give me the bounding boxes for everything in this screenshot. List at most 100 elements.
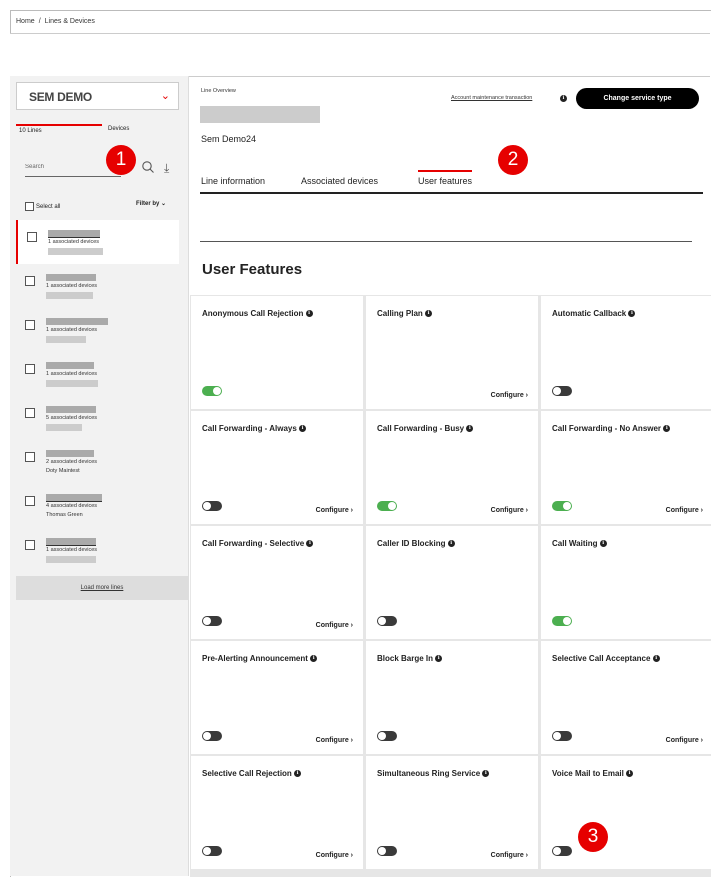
- info-icon[interactable]: i: [299, 425, 307, 433]
- list-item[interactable]: 2 associated devices Doty Maintest: [16, 440, 179, 484]
- feature-toggle[interactable]: [202, 386, 222, 396]
- annotation-badge-1: 1: [106, 145, 136, 175]
- info-icon[interactable]: i: [310, 655, 318, 663]
- breadcrumb-current: Lines & Devices: [44, 18, 95, 25]
- tab-devices[interactable]: Devices: [108, 126, 129, 132]
- line-checkbox[interactable]: [25, 408, 35, 418]
- configure-label: Configure: [490, 507, 524, 514]
- configure-link[interactable]: Configure ›: [316, 622, 353, 629]
- info-icon[interactable]: i: [425, 310, 433, 318]
- breadcrumb-home[interactable]: Home: [16, 18, 35, 25]
- filter-by-label: Filter by: [136, 201, 160, 207]
- feature-title: Voice Mail to Email i: [552, 768, 634, 780]
- line-owner: Doty Maintest: [46, 468, 80, 474]
- feature-name: Block Barge In: [377, 654, 434, 663]
- filter-by-dropdown[interactable]: Filter by ⌄: [136, 200, 166, 207]
- line-checkbox[interactable]: [25, 496, 35, 506]
- list-item[interactable]: 4 associated devices Thomas Green: [16, 484, 179, 528]
- line-checkbox[interactable]: [25, 320, 35, 330]
- configure-label: Configure: [665, 507, 699, 514]
- info-icon[interactable]: i: [599, 540, 607, 548]
- load-more-button[interactable]: Load more lines: [16, 576, 188, 600]
- chevron-right-icon: ›: [523, 392, 528, 399]
- associated-devices: 1 associated devices: [46, 327, 98, 333]
- configure-link[interactable]: Configure ›: [316, 737, 353, 744]
- tab-associated-devices[interactable]: Associated devices: [301, 176, 378, 186]
- info-icon[interactable]: i: [663, 425, 671, 433]
- feature-toggle[interactable]: [377, 501, 397, 511]
- tab-line-information[interactable]: Line information: [201, 176, 265, 186]
- feature-card-automatic-callback: Automatic Callback i: [541, 296, 711, 409]
- info-icon[interactable]: i: [447, 540, 455, 548]
- redacted-line-name: [46, 424, 82, 431]
- list-item[interactable]: 1 associated devices: [16, 308, 179, 352]
- line-checkbox[interactable]: [25, 452, 35, 462]
- redacted-line-name: [46, 556, 96, 563]
- info-icon[interactable]: i: [294, 770, 302, 778]
- feature-toggle[interactable]: [377, 731, 397, 741]
- configure-link[interactable]: Configure ›: [491, 507, 528, 514]
- list-item[interactable]: 1 associated devices: [16, 528, 179, 572]
- info-icon[interactable]: i: [466, 425, 474, 433]
- feature-name: Anonymous Call Rejection: [202, 309, 304, 318]
- feature-toggle[interactable]: [377, 616, 397, 626]
- info-icon[interactable]: i: [305, 310, 313, 318]
- breadcrumb-separator: /: [38, 18, 41, 25]
- top-bar: [10, 33, 710, 77]
- feature-toggle[interactable]: [552, 386, 572, 396]
- configure-link[interactable]: Configure ›: [316, 852, 353, 859]
- feature-toggle[interactable]: [202, 846, 222, 856]
- feature-toggle[interactable]: [552, 846, 572, 856]
- account-maintenance-link[interactable]: Account maintenance transaction: [451, 95, 532, 101]
- info-icon[interactable]: i: [435, 655, 443, 663]
- feature-toggle[interactable]: [202, 501, 222, 511]
- feature-toggle[interactable]: [202, 616, 222, 626]
- change-service-type-button[interactable]: Change service type: [576, 88, 699, 109]
- configure-link[interactable]: Configure ›: [491, 392, 528, 399]
- list-item[interactable]: 5 associated devices: [16, 396, 179, 440]
- feature-title: Caller ID Blocking i: [377, 538, 455, 550]
- chevron-right-icon: ›: [523, 852, 528, 859]
- line-checkbox[interactable]: [25, 276, 35, 286]
- feature-toggle[interactable]: [552, 616, 572, 626]
- info-icon[interactable]: i: [482, 770, 490, 778]
- line-checkbox[interactable]: [25, 540, 35, 550]
- configure-link[interactable]: Configure ›: [316, 507, 353, 514]
- feature-toggle[interactable]: [552, 501, 572, 511]
- info-icon[interactable]: i: [652, 655, 660, 663]
- account-selector[interactable]: SEM DEMO ⌄: [16, 82, 179, 110]
- redacted-line-number: [46, 406, 96, 413]
- feature-toggle[interactable]: [202, 731, 222, 741]
- configure-link[interactable]: Configure ›: [491, 852, 528, 859]
- chevron-down-icon: ⌄: [160, 90, 170, 102]
- feature-name: Call Forwarding - Selective: [202, 539, 305, 548]
- info-icon[interactable]: i: [560, 95, 567, 102]
- list-item[interactable]: 1 associated devices: [16, 264, 179, 308]
- tab-lines[interactable]: 10 Lines: [19, 128, 42, 134]
- account-name: SEM DEMO: [29, 90, 92, 104]
- select-all[interactable]: Select all: [25, 202, 60, 211]
- select-all-checkbox[interactable]: [25, 202, 34, 211]
- info-icon[interactable]: i: [628, 310, 636, 318]
- list-item[interactable]: 1 associated devices: [16, 220, 179, 264]
- associated-devices: 1 associated devices: [46, 283, 98, 289]
- associated-devices: 1 associated devices: [46, 371, 98, 377]
- feature-toggle[interactable]: [552, 731, 572, 741]
- configure-label: Configure: [315, 507, 349, 514]
- feature-title: Calling Plan i: [377, 308, 433, 320]
- info-icon[interactable]: i: [306, 540, 314, 548]
- configure-link[interactable]: Configure ›: [666, 507, 703, 514]
- redacted-line-number: [46, 318, 108, 325]
- tab-user-features[interactable]: User features: [418, 170, 473, 186]
- feature-title: Selective Call Rejection i: [202, 768, 302, 780]
- line-checkbox[interactable]: [27, 232, 37, 242]
- feature-toggle[interactable]: [377, 846, 397, 856]
- search-icon[interactable]: [141, 160, 155, 174]
- download-icon[interactable]: ⤓: [164, 161, 169, 176]
- list-item[interactable]: 1 associated devices: [16, 352, 179, 396]
- feature-title: Call Waiting i: [552, 538, 607, 550]
- line-checkbox[interactable]: [25, 364, 35, 374]
- configure-link[interactable]: Configure ›: [666, 737, 703, 744]
- info-icon[interactable]: i: [626, 770, 634, 778]
- feature-card-simultaneous-ring-service: Simultaneous Ring Service i Configure ›: [366, 756, 538, 869]
